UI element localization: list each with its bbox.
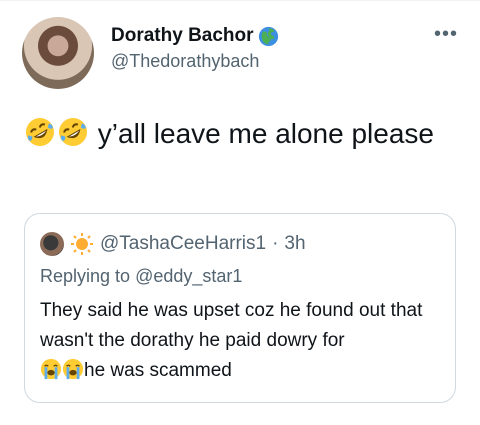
globe-icon (258, 26, 278, 46)
tweet-card[interactable]: Dorathy Bachor @Thedorathybach ••• y’all… (0, 0, 480, 425)
rolling-on-floor-laughing-emoji (59, 118, 87, 146)
user-handle[interactable]: @Thedorathybach (111, 51, 279, 72)
quoted-timestamp[interactable]: 3h (284, 233, 305, 255)
quoted-handle[interactable]: @TashaCeeHarris1 (100, 233, 266, 255)
display-name[interactable]: Dorathy Bachor (111, 25, 254, 47)
name-row: Dorathy Bachor (111, 25, 279, 47)
tweet-author: Dorathy Bachor @Thedorathybach (111, 25, 279, 72)
loudly-crying-emoji (40, 358, 62, 380)
quoted-avatar (40, 232, 64, 256)
more-icon[interactable]: ••• (434, 24, 458, 44)
quoted-tweet-text: They said he was upset coz he found out … (40, 296, 445, 386)
rolling-on-floor-laughing-emoji (26, 118, 54, 146)
loudly-crying-emoji (62, 358, 84, 380)
sun-emoji (71, 233, 93, 255)
separator-dot: · (272, 233, 279, 254)
quoted-text-line: They said he was upset coz he found out … (40, 300, 423, 351)
avatar[interactable] (22, 17, 94, 89)
quoted-tweet-header: @TashaCeeHarris1 · 3h (40, 232, 306, 256)
replying-to: Replying to @eddy_star1 (40, 266, 242, 287)
quoted-tweet[interactable]: @TashaCeeHarris1 · 3h Replying to @eddy_… (24, 213, 456, 403)
quoted-text-tail: he was scammed (84, 360, 232, 381)
tweet-text: y’all leave me alone please (24, 116, 454, 152)
replying-prefix: Replying to (40, 266, 131, 286)
replying-mention[interactable]: @eddy_star1 (135, 266, 242, 286)
tweet-text-content: y’all leave me alone please (97, 118, 434, 149)
